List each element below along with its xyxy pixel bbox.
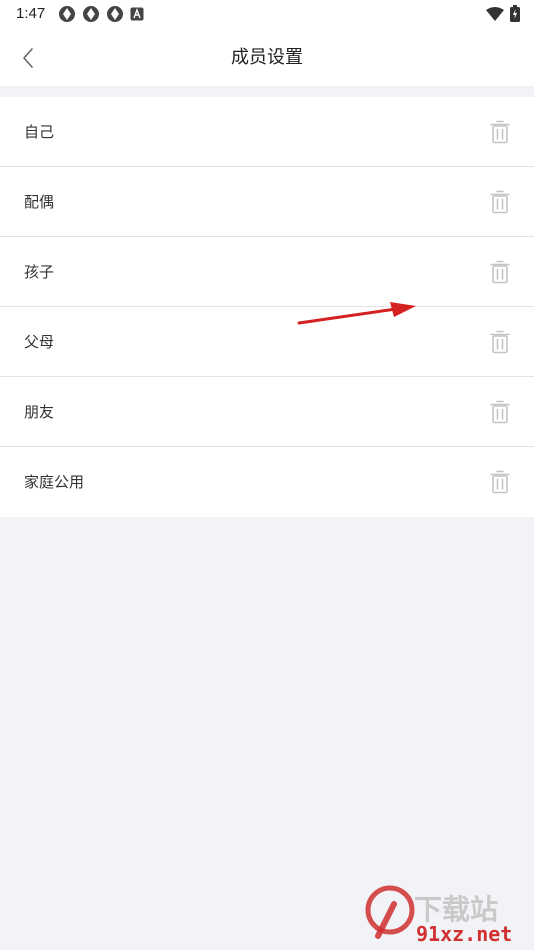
delete-button[interactable] [488,469,512,495]
app-notification-icon [83,6,99,22]
trash-icon [490,260,510,284]
member-label: 朋友 [24,403,55,421]
status-time: 1:47 [16,5,46,22]
member-list: 自己 配偶 孩子 父母 朋友 家庭公用 [0,97,534,517]
battery-icon [510,5,520,22]
delete-button[interactable] [488,399,512,425]
annotation-arrow-icon [297,302,416,325]
watermark-url: 91xz.net [416,922,513,946]
app-notification-icon [59,6,75,22]
page-title: 成员设置 [231,47,303,68]
delete-button[interactable] [488,119,512,145]
member-row-spouse[interactable]: 配偶 [0,167,534,237]
a-icon [130,7,144,21]
trash-icon [490,190,510,214]
delete-button[interactable] [488,259,512,285]
member-label: 自己 [24,123,55,141]
member-label: 孩子 [24,263,55,281]
trash-icon [490,330,510,354]
nav-bar: 成员设置 [0,30,534,86]
member-label: 家庭公用 [24,473,85,491]
member-label: 配偶 [24,193,55,211]
delete-button[interactable] [488,189,512,215]
watermark: 下载站 91xz.net [364,884,534,948]
trash-icon [490,400,510,424]
status-bar: 1:47 [0,0,534,30]
member-row-family-shared[interactable]: 家庭公用 [0,447,534,517]
trash-icon [490,470,510,494]
member-row-self[interactable]: 自己 [0,97,534,167]
trash-icon [490,120,510,144]
status-icons-left [58,5,144,23]
app-notification-icon [107,6,123,22]
member-row-child[interactable]: 孩子 [0,237,534,307]
watermark-logo-icon [365,885,415,939]
member-row-friends[interactable]: 朋友 [0,377,534,447]
member-row-parents[interactable]: 父母 [0,307,534,377]
delete-button[interactable] [488,329,512,355]
member-label: 父母 [24,333,55,351]
wifi-icon [486,6,504,21]
status-icons-right [486,5,520,22]
